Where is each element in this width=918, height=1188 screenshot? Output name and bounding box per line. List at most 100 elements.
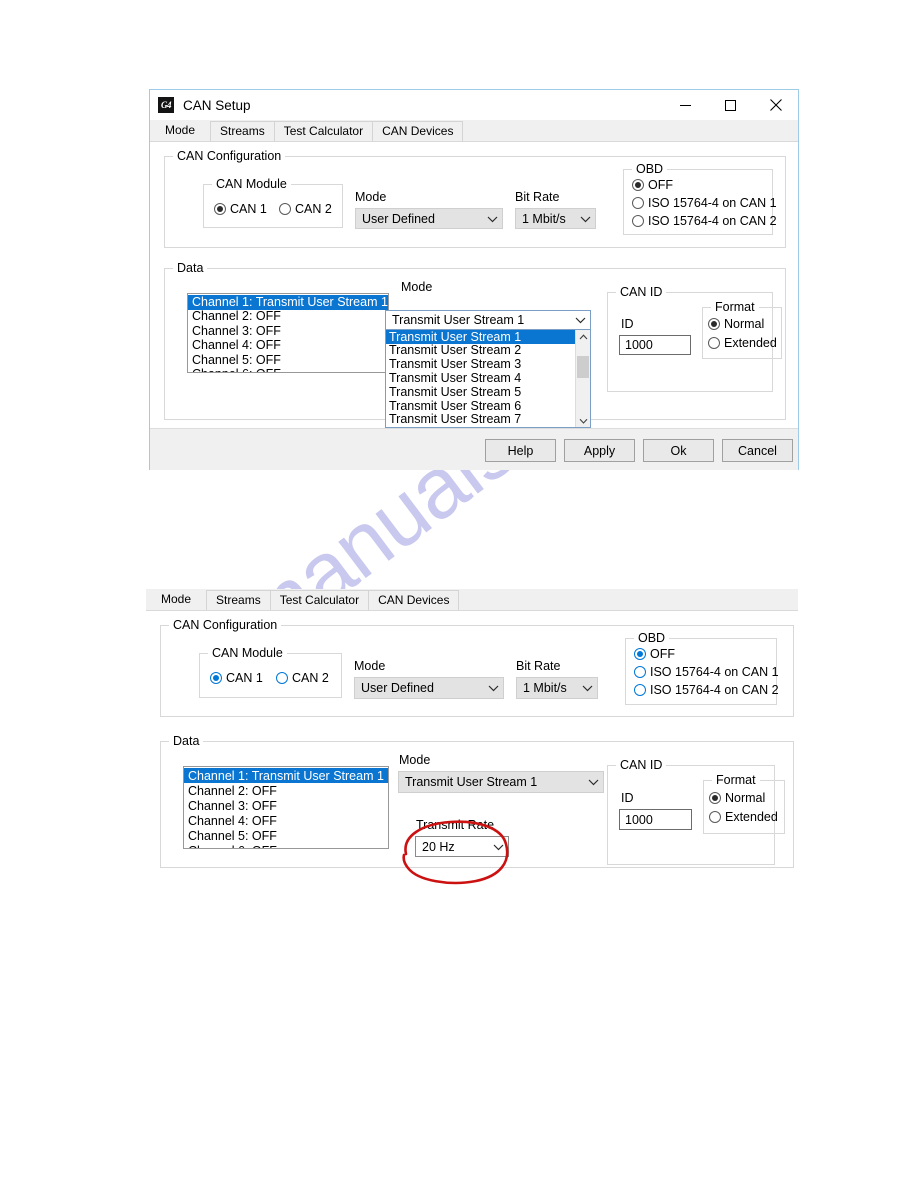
- list-item[interactable]: Channel 4: OFF: [188, 338, 388, 354]
- radio-obd-iso-can2[interactable]: ISO 15764-4 on CAN 2: [632, 214, 777, 228]
- bit-rate-combo-value: 1 Mbit/s: [523, 681, 567, 695]
- dropdown-item[interactable]: Transmit User Stream 2: [386, 344, 575, 358]
- list-item[interactable]: Channel 5: OFF: [188, 353, 388, 368]
- help-button[interactable]: Help: [485, 439, 556, 462]
- list-item[interactable]: Channel 4: OFF: [184, 813, 388, 828]
- obd-legend: OBD: [632, 162, 668, 176]
- radio-obd-iso-can1[interactable]: ISO 15764-4 on CAN 1: [634, 665, 779, 679]
- chevron-down-icon: [488, 843, 508, 851]
- transmit-rate-label: Transmit Rate: [416, 818, 495, 832]
- channel-listbox[interactable]: Channel 1: Transmit User Stream 1 Channe…: [187, 293, 389, 373]
- mode-combo[interactable]: User Defined: [354, 677, 504, 699]
- data-mode-dropdown-list[interactable]: Transmit User Stream 1 Transmit User Str…: [385, 330, 591, 428]
- can-setup-window: G4 CAN Setup Mode Streams Test Calculato…: [149, 89, 799, 470]
- close-icon[interactable]: [753, 90, 798, 120]
- list-item[interactable]: Channel 3: OFF: [184, 798, 388, 813]
- ok-button[interactable]: Ok: [643, 439, 714, 462]
- dropdown-item[interactable]: Transmit User Stream 7: [386, 413, 575, 427]
- data-mode-combo-value: Transmit User Stream 1: [405, 775, 538, 789]
- radio-obd-off[interactable]: OFF: [632, 178, 673, 192]
- radio-format-extended-label: Extended: [724, 336, 777, 350]
- radio-obd-off-label: OFF: [648, 178, 673, 192]
- format-group: Format Normal Extended: [702, 300, 782, 359]
- can-id-input-2[interactable]: 1000: [619, 809, 692, 830]
- radio-obd-iso-can1-label: ISO 15764-4 on CAN 1: [648, 196, 777, 210]
- format-legend: Format: [712, 773, 760, 787]
- bit-rate-combo[interactable]: 1 Mbit/s: [516, 677, 598, 699]
- list-item[interactable]: Channel 2: OFF: [184, 783, 388, 798]
- tab-streams[interactable]: Streams: [210, 121, 275, 141]
- radio-dot-icon: [708, 318, 720, 330]
- chevron-down-icon: [483, 684, 503, 692]
- list-item[interactable]: Channel 1: Transmit User Stream 1: [184, 768, 388, 783]
- can-configuration-legend: CAN Configuration: [169, 618, 282, 632]
- list-item[interactable]: Channel 6: OFF: [188, 367, 388, 372]
- data-mode-combo-2[interactable]: Transmit User Stream 1: [398, 771, 604, 793]
- scrollbar-thumb[interactable]: [577, 356, 589, 378]
- channel-listbox-2[interactable]: Channel 1: Transmit User Stream 1 Channe…: [183, 766, 389, 849]
- data-mode-combo[interactable]: Transmit User Stream 1: [385, 310, 591, 330]
- dropdown-item[interactable]: Transmit User Stream 5: [386, 385, 575, 399]
- radio-format-extended[interactable]: Extended: [709, 810, 778, 824]
- bit-rate-combo[interactable]: 1 Mbit/s: [515, 208, 596, 229]
- format-legend: Format: [711, 300, 759, 314]
- bit-rate-label: Bit Rate: [515, 190, 560, 204]
- tab-can-devices[interactable]: CAN Devices: [368, 590, 460, 610]
- tab-test-calculator[interactable]: Test Calculator: [273, 121, 374, 141]
- can-configuration-group-2: CAN Configuration CAN Module CAN 1 CAN 2…: [160, 618, 794, 717]
- chevron-down-icon: [570, 316, 590, 324]
- radio-can-2[interactable]: CAN 2: [276, 671, 329, 685]
- mode-combo[interactable]: User Defined: [355, 208, 503, 229]
- dropdown-scrollbar[interactable]: [575, 330, 590, 427]
- tab-test-calculator[interactable]: Test Calculator: [269, 590, 370, 610]
- tab-strip-2: Mode Streams Test Calculator CAN Devices: [146, 589, 798, 611]
- radio-dot-icon: [708, 337, 720, 349]
- cancel-button[interactable]: Cancel: [722, 439, 793, 462]
- radio-format-normal[interactable]: Normal: [709, 791, 765, 805]
- obd-group: OBD OFF ISO 15764-4 on CAN 1 ISO 15764-4…: [623, 162, 777, 235]
- data-mode-label: Mode: [401, 280, 433, 294]
- mode-combo-value: User Defined: [362, 211, 435, 226]
- list-item[interactable]: Channel 5: OFF: [184, 828, 388, 843]
- dropdown-item[interactable]: Transmit User Stream 4: [386, 371, 575, 385]
- bit-rate-label: Bit Rate: [516, 659, 561, 673]
- bit-rate-combo-value: 1 Mbit/s: [522, 211, 566, 226]
- can-module-legend: CAN Module: [212, 177, 291, 191]
- transmit-rate-combo[interactable]: 20 Hz: [415, 836, 509, 857]
- list-item[interactable]: Channel 2: OFF: [188, 309, 388, 325]
- list-item[interactable]: Channel 6: OFF: [184, 843, 388, 849]
- scroll-down-icon[interactable]: [576, 414, 590, 427]
- radio-can-2[interactable]: CAN 2: [279, 202, 332, 216]
- radio-obd-off[interactable]: OFF: [634, 647, 675, 661]
- chevron-down-icon: [577, 684, 597, 692]
- apply-button-label: Apply: [583, 443, 616, 458]
- tab-mode[interactable]: Mode: [152, 590, 200, 610]
- scroll-up-icon[interactable]: [576, 330, 590, 343]
- maximize-icon[interactable]: [708, 90, 753, 120]
- list-item[interactable]: Channel 3: OFF: [188, 324, 388, 339]
- dropdown-item[interactable]: Transmit User Stream 3: [386, 358, 575, 372]
- radio-obd-iso-can2[interactable]: ISO 15764-4 on CAN 2: [634, 683, 779, 697]
- radio-obd-iso-can2-label: ISO 15764-4 on CAN 2: [650, 683, 779, 697]
- list-item[interactable]: Channel 1: Transmit User Stream 1: [188, 295, 388, 310]
- tab-strip: Mode Streams Test Calculator CAN Devices: [150, 120, 798, 142]
- transmit-rate-combo-value: 20 Hz: [422, 839, 455, 854]
- apply-button[interactable]: Apply: [564, 439, 635, 462]
- radio-can-1[interactable]: CAN 1: [214, 202, 267, 216]
- radio-dot-icon: [632, 197, 644, 209]
- radio-format-extended[interactable]: Extended: [708, 336, 777, 350]
- can-id-input[interactable]: 1000: [619, 335, 691, 355]
- chevron-down-icon: [482, 215, 502, 223]
- radio-format-normal[interactable]: Normal: [708, 317, 764, 331]
- tab-can-devices[interactable]: CAN Devices: [372, 121, 464, 141]
- tab-streams[interactable]: Streams: [206, 590, 271, 610]
- minimize-icon[interactable]: [663, 90, 708, 120]
- radio-can-1[interactable]: CAN 1: [210, 671, 263, 685]
- radio-dot-icon: [634, 684, 646, 696]
- radio-obd-iso-can1[interactable]: ISO 15764-4 on CAN 1: [632, 196, 777, 210]
- dropdown-item[interactable]: Transmit User Stream 8: [386, 426, 575, 428]
- tab-mode[interactable]: Mode: [156, 121, 204, 141]
- dropdown-item[interactable]: Transmit User Stream 1: [386, 330, 575, 344]
- dropdown-items: Transmit User Stream 1 Transmit User Str…: [386, 330, 575, 427]
- dropdown-item[interactable]: Transmit User Stream 6: [386, 399, 575, 413]
